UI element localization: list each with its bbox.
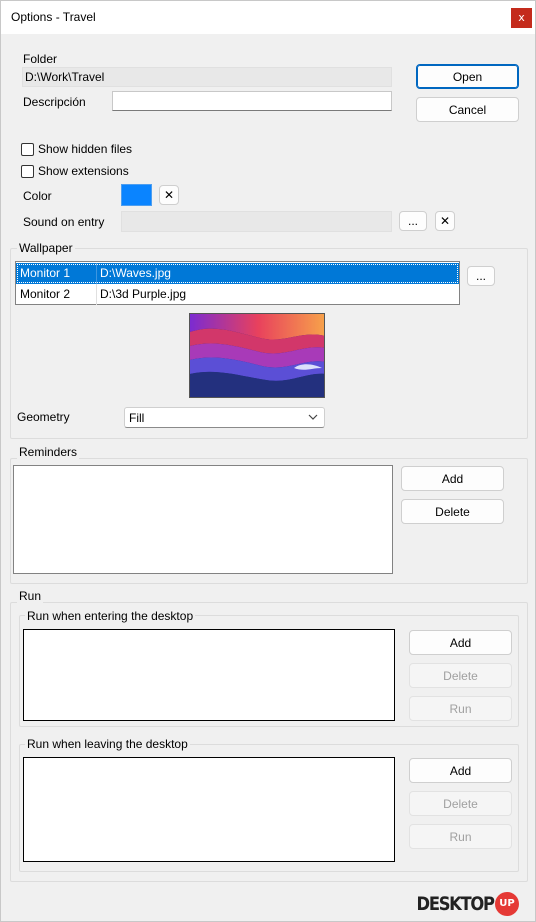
color-label: Color [23, 189, 52, 203]
run-leaving-add-button[interactable]: Add [409, 758, 512, 783]
title-bar: Options - Travel x [1, 1, 535, 34]
column-separator [96, 284, 97, 305]
reminders-group-title: Reminders [17, 445, 80, 459]
monitor-name: Monitor 1 [20, 266, 71, 280]
run-entering-add-button[interactable]: Add [409, 630, 512, 655]
run-leaving-delete-button[interactable]: Delete [409, 791, 512, 816]
reminders-list[interactable] [13, 465, 393, 574]
close-icon: x [518, 11, 525, 24]
logo-badge: UP [495, 892, 519, 916]
wallpaper-list[interactable]: Monitor 1 D:\Waves.jpg Monitor 2 D:\3d P… [15, 261, 460, 305]
description-label: Descripción [23, 95, 86, 109]
geometry-label: Geometry [17, 410, 70, 424]
column-separator [96, 263, 97, 284]
folder-field[interactable]: D:\Work\Travel [22, 67, 392, 87]
run-leaving-title: Run when leaving the desktop [25, 737, 190, 751]
wallpaper-group-title: Wallpaper [17, 241, 75, 255]
run-entering-delete-button[interactable]: Delete [409, 663, 512, 688]
run-leaving-run-button[interactable]: Run [409, 824, 512, 849]
run-entering-run-button[interactable]: Run [409, 696, 512, 721]
reminders-delete-button[interactable]: Delete [401, 499, 504, 524]
wallpaper-file: D:\3d Purple.jpg [100, 287, 187, 301]
close-button[interactable]: x [511, 8, 532, 28]
wallpaper-row-monitor-1[interactable]: Monitor 1 D:\Waves.jpg [16, 263, 459, 284]
folder-label: Folder [23, 52, 58, 66]
reminders-add-button[interactable]: Add [401, 466, 504, 491]
cancel-button[interactable]: Cancel [416, 97, 519, 122]
show-extensions-label: Show extensions [38, 164, 129, 178]
run-entering-list[interactable] [23, 629, 395, 721]
run-leaving-list[interactable] [23, 757, 395, 862]
color-clear-button[interactable]: ✕ [159, 185, 179, 205]
wallpaper-preview [189, 313, 325, 398]
show-hidden-files-label: Show hidden files [38, 142, 133, 156]
window-title: Options - Travel [11, 10, 96, 24]
wallpaper-file: D:\Waves.jpg [100, 266, 171, 280]
sound-browse-button[interactable]: ... [399, 211, 427, 231]
clear-icon: ✕ [439, 214, 451, 228]
monitor-name: Monitor 2 [20, 287, 71, 301]
run-entering-title: Run when entering the desktop [25, 609, 196, 623]
sound-clear-button[interactable]: ✕ [435, 211, 455, 231]
geometry-select[interactable]: Fill [124, 407, 325, 428]
clear-icon: ✕ [163, 188, 175, 202]
wallpaper-preview-image [190, 314, 324, 397]
logo-text: DESKTOP [416, 893, 495, 915]
color-swatch[interactable] [121, 184, 152, 206]
geometry-value: Fill [129, 411, 145, 425]
chevron-down-icon [308, 414, 318, 420]
open-button[interactable]: Open [416, 64, 519, 89]
wallpaper-row-monitor-2[interactable]: Monitor 2 D:\3d Purple.jpg [16, 284, 459, 305]
desktopup-logo: DESKTOP UP [404, 892, 519, 916]
description-input[interactable] [112, 91, 392, 111]
sound-label: Sound on entry [23, 215, 105, 229]
show-hidden-files-checkbox[interactable] [21, 143, 34, 156]
show-extensions-checkbox[interactable] [21, 165, 34, 178]
sound-field[interactable] [121, 211, 392, 232]
options-dialog: Options - Travel x Folder D:\Work\Travel… [0, 0, 536, 922]
wallpaper-browse-button[interactable]: ... [467, 266, 495, 286]
run-group-title: Run [17, 589, 44, 603]
